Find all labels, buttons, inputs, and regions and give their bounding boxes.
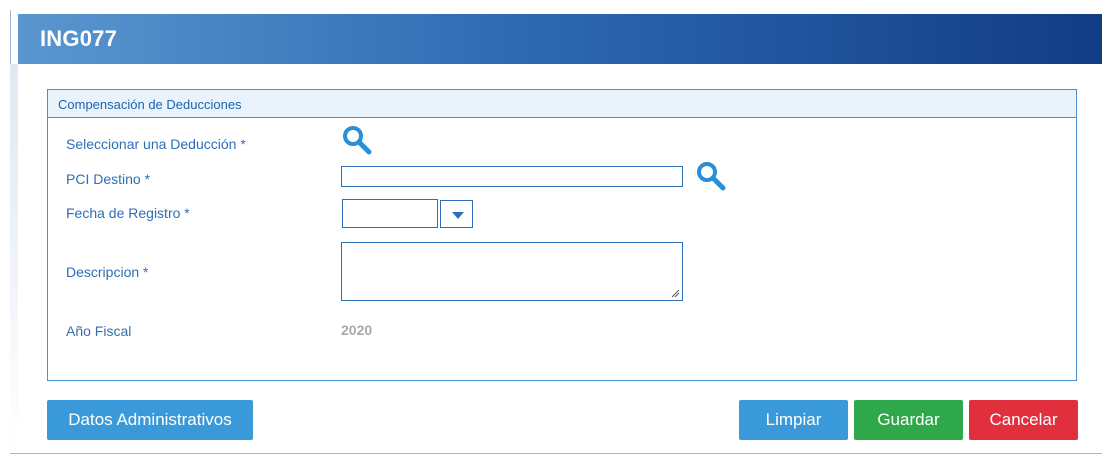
- anio-fiscal-label: Año Fiscal: [66, 323, 132, 339]
- descripcion-textarea[interactable]: [341, 242, 683, 301]
- limpiar-button[interactable]: Limpiar: [739, 400, 848, 440]
- section-title: Compensación de Deducciones: [58, 97, 242, 112]
- search-icon[interactable]: [341, 124, 373, 156]
- section-header: Compensación de Deducciones: [48, 90, 1076, 118]
- search-icon[interactable]: [695, 160, 727, 192]
- title-bar: ING077: [18, 14, 1102, 64]
- deduccion-label: Seleccionar una Deducción *: [66, 136, 246, 152]
- cancelar-button[interactable]: Cancelar: [969, 400, 1078, 440]
- form-section: Compensación de Deducciones: [47, 89, 1077, 381]
- chevron-down-icon: [452, 212, 464, 219]
- resize-grip-icon[interactable]: [670, 288, 680, 298]
- fecha-registro-label: Fecha de Registro *: [66, 205, 190, 221]
- pci-destino-input[interactable]: [341, 166, 683, 187]
- guardar-button[interactable]: Guardar: [854, 400, 963, 440]
- window-bottom-border: [10, 453, 1102, 454]
- anio-fiscal-value: 2020: [341, 322, 373, 338]
- page-title: ING077: [40, 26, 118, 51]
- datos-administrativos-button[interactable]: Datos Administrativos: [47, 400, 253, 440]
- window-left-edge: [10, 64, 18, 453]
- fecha-registro-input[interactable]: [342, 199, 438, 228]
- date-dropdown-button[interactable]: [440, 200, 473, 228]
- descripcion-label: Descripcion *: [66, 264, 149, 280]
- pci-destino-label: PCI Destino *: [66, 171, 151, 187]
